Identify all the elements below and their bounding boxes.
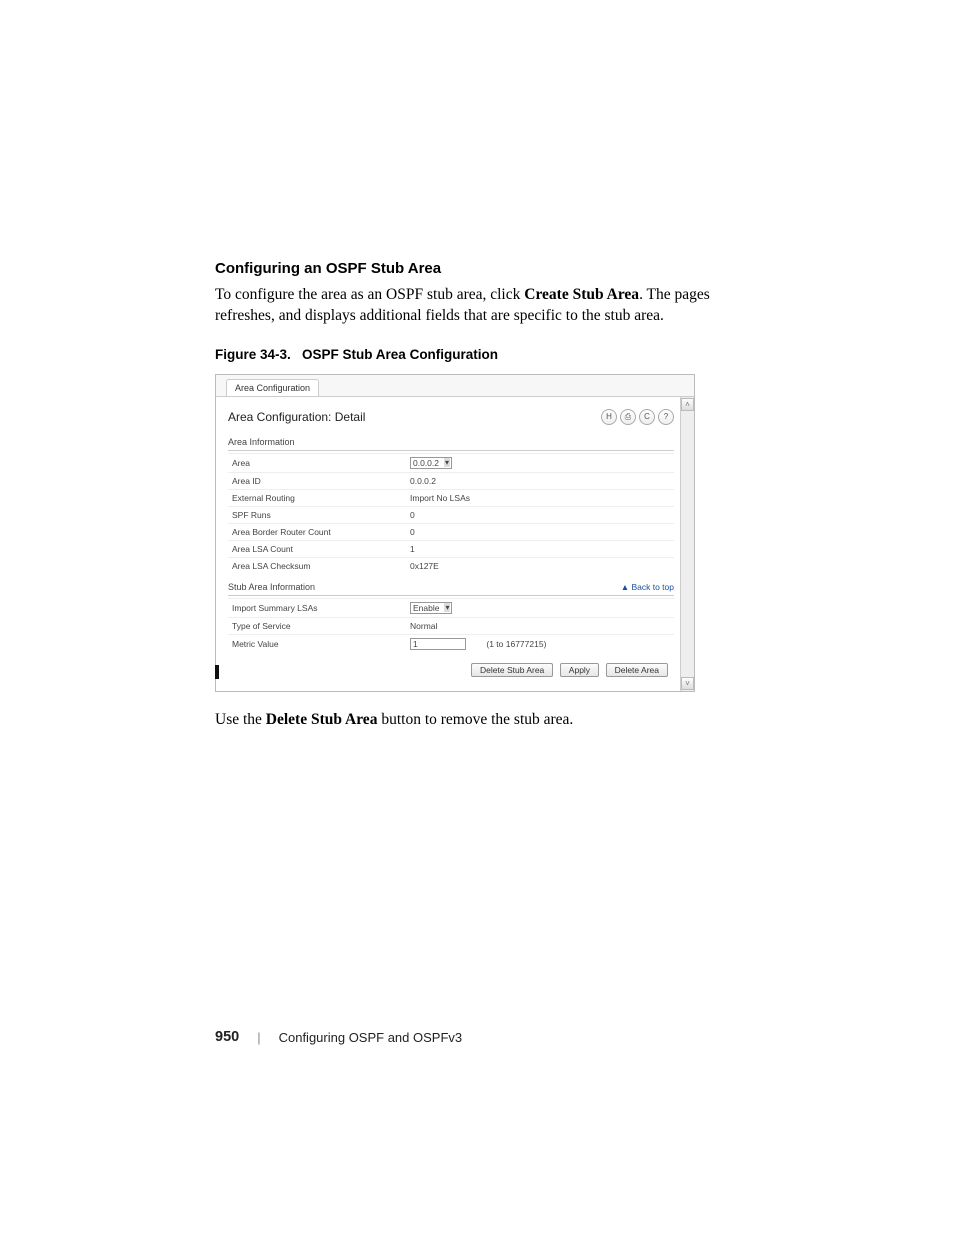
toolbar-icons: H ⎙ C ? (601, 409, 674, 425)
figure-label: Figure 34-3. (215, 347, 291, 362)
tos-value: Normal (406, 617, 674, 634)
intro-paragraph: To configure the area as an OSPF stub ar… (215, 285, 739, 327)
spf-runs-value: 0 (406, 506, 674, 523)
post-paragraph: Use the Delete Stub Area button to remov… (215, 710, 739, 731)
post-c: button to remove the stub area. (377, 711, 573, 728)
figure-title: OSPF Stub Area Configuration (302, 347, 498, 362)
metric-label: Metric Value (228, 634, 406, 653)
tab-bar: Area Configuration (216, 375, 694, 397)
scroll-down-icon[interactable]: ˅ (681, 677, 694, 690)
tos-label: Type of Service (228, 617, 406, 634)
metric-input[interactable]: 1 (410, 638, 466, 650)
back-to-top-link[interactable]: ▲ Back to top (621, 582, 674, 592)
import-lsas-cell: Enable (406, 598, 674, 617)
figure-caption: Figure 34-3. OSPF Stub Area Configuratio… (215, 347, 739, 362)
apply-button[interactable]: Apply (560, 663, 599, 677)
delete-area-button[interactable]: Delete Area (606, 663, 668, 677)
area-id-label: Area ID (228, 472, 406, 489)
button-row: Delete Stub Area Apply Delete Area (228, 653, 674, 683)
screenshot-window: Area Configuration Area Configuration: D… (215, 374, 695, 692)
scroll-up-icon[interactable]: ˄ (681, 398, 694, 411)
area-select-cell: 0.0.0.2 (406, 453, 674, 472)
section-stub-area-information: Stub Area Information ▲ Back to top (228, 578, 674, 596)
tab-area-configuration[interactable]: Area Configuration (226, 379, 319, 396)
delete-stub-area-button[interactable]: Delete Stub Area (471, 663, 553, 677)
ext-routing-value: Import No LSAs (406, 489, 674, 506)
area-info-table: Area 0.0.0.2 Area ID 0.0.0.2 External Ro… (228, 453, 674, 574)
page-mark (215, 665, 219, 679)
post-b: Delete Stub Area (266, 711, 378, 728)
help-icon[interactable]: ? (658, 409, 674, 425)
page-number: 950 (215, 1029, 239, 1045)
refresh-icon[interactable]: C (639, 409, 655, 425)
section1-label: Area Information (228, 437, 295, 447)
import-lsas-label: Import Summary LSAs (228, 598, 406, 617)
lsa-count-value: 1 (406, 540, 674, 557)
abr-count-label: Area Border Router Count (228, 523, 406, 540)
section-area-information: Area Information (228, 433, 674, 451)
area-id-value: 0.0.0.2 (406, 472, 674, 489)
save-icon[interactable]: H (601, 409, 617, 425)
page-footer: 950 | Configuring OSPF and OSPFv3 (215, 1029, 462, 1045)
lsa-cksum-value: 0x127E (406, 557, 674, 574)
stub-info-table: Import Summary LSAs Enable Type of Servi… (228, 598, 674, 653)
import-lsas-select[interactable]: Enable (410, 602, 452, 614)
lsa-cksum-label: Area LSA Checksum (228, 557, 406, 574)
footer-divider: | (257, 1030, 260, 1045)
print-icon[interactable]: ⎙ (620, 409, 636, 425)
intro-bold: Create Stub Area (524, 286, 639, 303)
post-a: Use the (215, 711, 266, 728)
area-label: Area (228, 453, 406, 472)
metric-range: (1 to 16777215) (486, 639, 546, 649)
lsa-count-label: Area LSA Count (228, 540, 406, 557)
ext-routing-label: External Routing (228, 489, 406, 506)
abr-count-value: 0 (406, 523, 674, 540)
section-heading: Configuring an OSPF Stub Area (215, 260, 739, 277)
intro-text-a: To configure the area as an OSPF stub ar… (215, 286, 524, 303)
metric-cell: 1 (1 to 16777215) (406, 634, 674, 653)
vertical-scrollbar[interactable]: ˄ ˅ (680, 397, 694, 691)
spf-runs-label: SPF Runs (228, 506, 406, 523)
section2-label: Stub Area Information (228, 582, 315, 592)
panel-title: Area Configuration: Detail (228, 410, 365, 424)
area-select[interactable]: 0.0.0.2 (410, 457, 452, 469)
chapter-title: Configuring OSPF and OSPFv3 (279, 1030, 463, 1045)
